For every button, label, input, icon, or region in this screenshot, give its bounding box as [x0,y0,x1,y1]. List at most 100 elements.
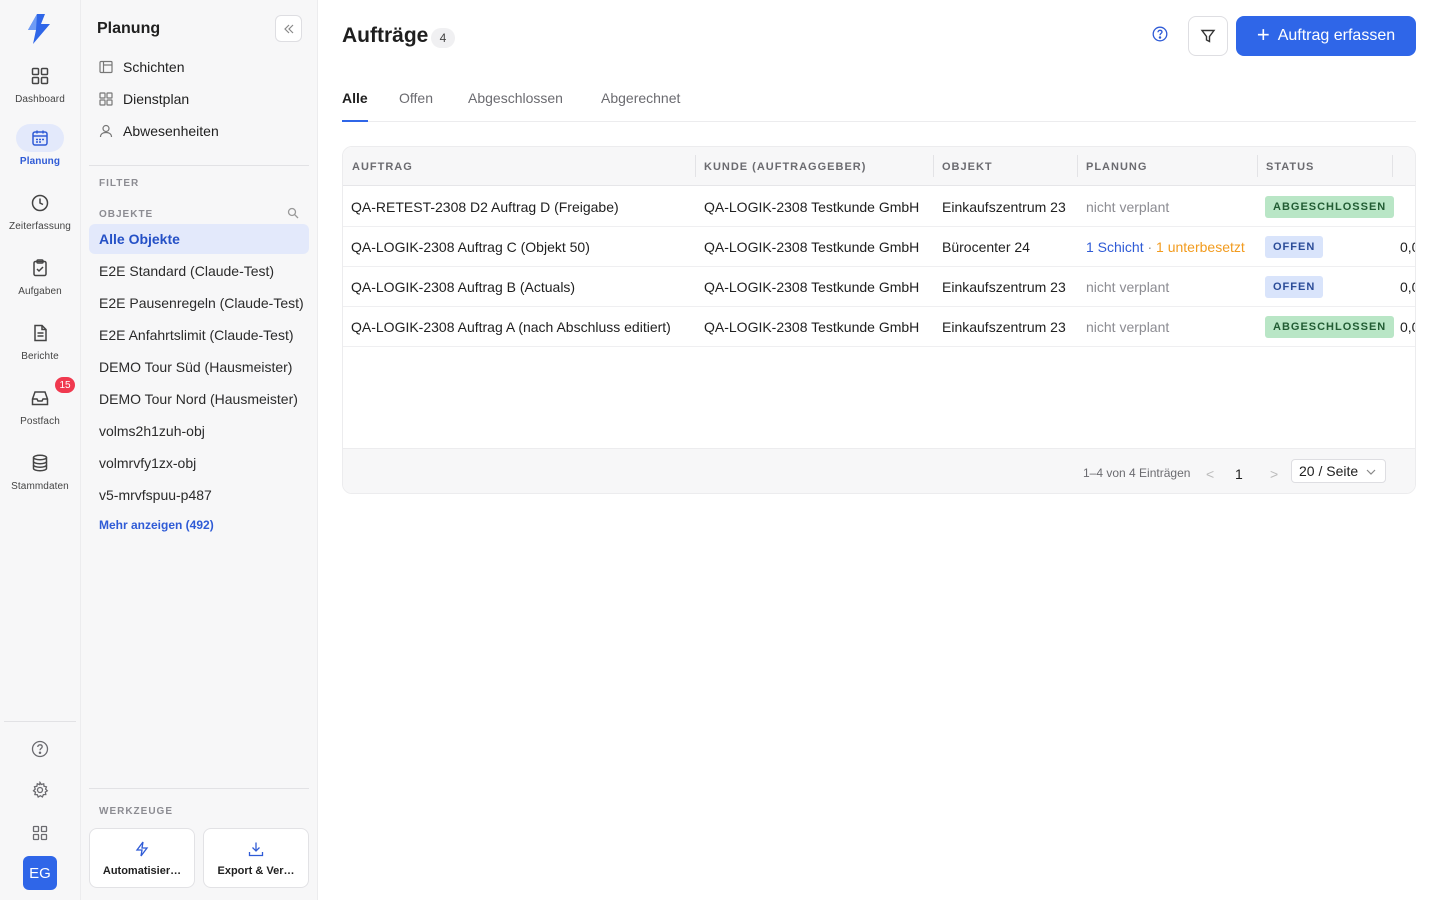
orders-table: AUFTRAG KUNDE (AUFTRAGGEBER) OBJEKT PLAN… [342,146,1416,494]
column-header-auftrag[interactable]: AUFTRAG [352,161,413,173]
sidebar-item-label: Dienstplan [123,91,190,107]
bolt-icon [134,839,150,859]
cell-extra: 0,0 [1400,239,1415,255]
status-badge: ABGESCHLOSSEN [1265,196,1395,218]
rail-item-postfach[interactable]: 15 Postfach [0,377,80,440]
cell-kunde: QA-LOGIK-2308 Testkunde GmbH [704,239,920,255]
cell-extra: 0,0 [1400,319,1415,335]
rail-label: Zeiterfassung [9,221,71,232]
inbox-icon: 15 [16,377,75,412]
rail-item-dashboard[interactable]: Dashboard [0,62,80,118]
search-icon[interactable] [287,206,299,224]
rail-label: Berichte [21,351,59,362]
create-order-button[interactable]: + Auftrag erfassen [1236,16,1416,56]
planung-warning: 1 unterbesetzt [1156,239,1245,255]
objects-section-label: OBJEKTE [99,209,154,220]
cell-planung: nicht verplant [1086,319,1170,335]
cell-auftrag: QA-LOGIK-2308 Auftrag A (nach Abschluss … [351,319,671,335]
object-item[interactable]: DEMO Tour Süd (Hausmeister) [89,352,309,382]
page-size-select[interactable]: 20 / Seite [1291,459,1386,483]
cell-extra: 0,0 [1400,279,1415,295]
help-icon[interactable] [1152,26,1168,42]
sidebar-item-label: Abwesenheiten [123,123,219,139]
show-more-link[interactable]: Mehr anzeigen (492) [99,518,214,532]
column-header-objekt[interactable]: OBJEKT [942,161,993,173]
rail-label: Aufgaben [18,286,62,297]
cell-objekt: Einkaufszentrum 23 [942,279,1066,295]
table-row[interactable]: QA-LOGIK-2308 Auftrag C (Objekt 50) QA-L… [343,227,1415,267]
tab-offen[interactable]: Offen [399,90,433,122]
column-divider [1257,155,1258,177]
sidebar-item-schichten[interactable]: Schichten [89,52,309,82]
user-icon [99,124,113,138]
cell-objekt: Einkaufszentrum 23 [942,199,1066,215]
cell-objekt: Bürocenter 24 [942,239,1030,255]
collapse-sidebar-button[interactable] [275,15,302,42]
avatar[interactable]: EG [23,856,57,890]
object-item[interactable]: volmrvfy1zx-obj [89,448,309,478]
rail-label: Dashboard [15,94,65,105]
sidebar-item-abwesenheiten[interactable]: Abwesenheiten [89,116,309,146]
page-size-value: 20 / Seite [1299,463,1359,479]
column-header-status[interactable]: STATUS [1266,161,1314,173]
rail-item-zeiterfassung[interactable]: Zeiterfassung [0,189,80,245]
create-order-label: Auftrag erfassen [1277,27,1396,44]
filter-icon [1200,29,1216,43]
table-row[interactable]: QA-LOGIK-2308 Auftrag A (nach Abschluss … [343,307,1415,347]
table-row[interactable]: QA-LOGIK-2308 Auftrag B (Actuals) QA-LOG… [343,267,1415,307]
object-item[interactable]: DEMO Tour Nord (Hausmeister) [89,384,309,414]
chevrons-left-icon [283,24,293,33]
status-badge: ABGESCHLOSSEN [1265,316,1395,338]
sidebar-item-dienstplan[interactable]: Dienstplan [89,84,309,114]
apps-grid-icon[interactable] [28,821,52,845]
logo-bolt-icon[interactable] [24,12,56,46]
table-header: AUFTRAG KUNDE (AUFTRAGGEBER) OBJEKT PLAN… [343,147,1415,186]
export-tool-button[interactable]: Export & Ver… [203,828,309,888]
tab-abgerechnet[interactable]: Abgerechnet [601,90,680,122]
planung-sidebar: Planung Schichten Dienstplan Abwesenheit… [81,0,318,900]
rail-item-berichte[interactable]: Berichte [0,319,80,375]
download-icon [248,839,264,859]
database-icon [16,449,64,477]
filter-button[interactable] [1188,16,1228,56]
rail-label: Stammdaten [11,481,69,492]
rail-label: Planung [19,156,61,167]
next-page-button[interactable]: > [1270,466,1278,482]
gear-icon[interactable] [28,778,52,802]
automation-tool-button[interactable]: Automatisier… [89,828,195,888]
clock-icon [16,189,64,217]
rail-item-planung[interactable]: Planung [0,124,80,180]
app-rail: Dashboard Planung Zeiterfassung Aufgaben… [0,0,81,900]
tab-abgeschlossen[interactable]: Abgeschlossen [468,90,563,122]
column-header-kunde[interactable]: KUNDE (AUFTRAGGEBER) [704,161,866,173]
tool-label: Automatisier… [102,865,182,877]
rail-item-aufgaben[interactable]: Aufgaben [0,254,80,310]
page-number[interactable]: 1 [1235,466,1243,482]
object-item[interactable]: E2E Anfahrtslimit (Claude-Test) [89,320,309,350]
tools-section-label: WERKZEUGE [99,806,173,817]
object-item[interactable]: E2E Pausenregeln (Claude-Test) [89,288,309,318]
tab-alle[interactable]: Alle [342,90,368,122]
column-header-planung[interactable]: PLANUNG [1086,161,1147,173]
object-item[interactable]: E2E Standard (Claude-Test) [89,256,309,286]
prev-page-button[interactable]: < [1206,466,1214,482]
help-circle-icon[interactable] [28,737,52,761]
pagination-bar: 1–4 von 4 Einträgen < 1 > 20 / Seite [343,448,1415,493]
rail-item-stammdaten[interactable]: Stammdaten [0,449,80,505]
table-row[interactable]: QA-RETEST-2308 D2 Auftrag D (Freigabe) Q… [343,187,1415,227]
board-icon [99,60,113,74]
planung-separator: · [1143,239,1157,255]
clipboard-check-icon [16,254,64,282]
cell-planung: nicht verplant [1086,279,1170,295]
status-badge: OFFEN [1265,236,1324,258]
planung-shifts[interactable]: 1 Schicht [1086,239,1144,255]
object-item[interactable]: v5-mrvfspuu-p487 [89,480,309,510]
rail-label: Postfach [20,416,60,427]
object-item[interactable]: volms2h1zuh-obj [89,416,309,446]
object-item-alle[interactable]: Alle Objekte [89,224,309,254]
sidebar-item-label: Schichten [123,59,185,75]
status-badge: OFFEN [1265,276,1324,298]
count-badge: 4 [431,28,455,48]
page-title: Aufträge [342,24,429,47]
cell-auftrag: QA-LOGIK-2308 Auftrag B (Actuals) [351,279,576,295]
